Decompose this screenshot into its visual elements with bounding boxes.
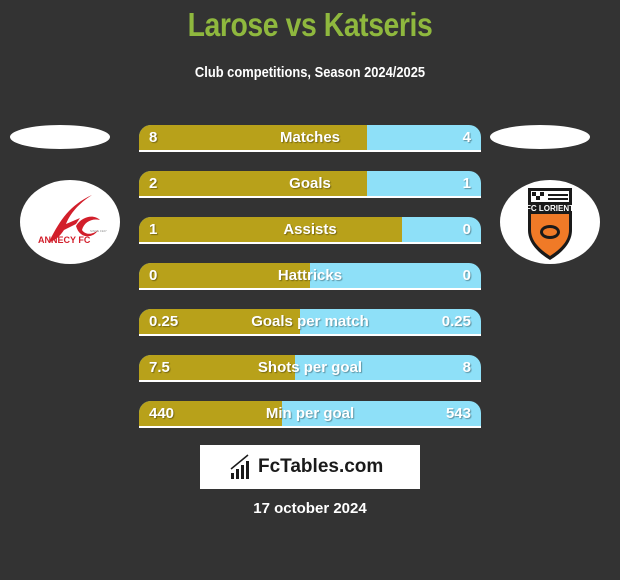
- stat-label: Hattricks: [277, 267, 343, 284]
- right-value: 543: [445, 405, 471, 422]
- stat-label: Matches: [279, 129, 341, 146]
- fctables-brand-banner[interactable]: FcTables.com: [200, 445, 420, 489]
- left-value: 0.25: [149, 313, 179, 330]
- stat-label: Assists: [283, 221, 337, 238]
- right-value: 0: [462, 267, 471, 284]
- stat-label: Min per goal: [265, 405, 355, 422]
- stat-bar-hattricks: Hattricks 0 0: [139, 263, 481, 290]
- fc-lorient-crest-icon: FC LORIENT: [526, 188, 574, 260]
- right-player-oval: [490, 125, 590, 149]
- page-subtitle: Club competitions, Season 2024/2025: [194, 64, 426, 81]
- stat-bar-min-per-goal: Min per goal 440 543: [139, 401, 481, 428]
- right-value: 4: [462, 129, 471, 146]
- left-value: 7.5: [149, 359, 170, 376]
- match-date: 17 october 2024: [253, 500, 367, 517]
- stat-label: Goals: [289, 175, 331, 192]
- left-value: 2: [149, 175, 158, 192]
- brand-text: FcTables.com: [258, 456, 384, 477]
- left-value: 0: [149, 267, 158, 284]
- stat-label: Goals per match: [251, 313, 369, 330]
- left-value: 440: [149, 405, 175, 422]
- annecy-fc-crest-icon: SINCE 1927 ANNECY FC: [38, 195, 107, 245]
- right-value: 0: [462, 221, 471, 238]
- stat-bar-shots-per-goal: Shots per goal 7.5 8: [139, 355, 481, 382]
- stat-bar-goals: Goals 2 1: [139, 171, 481, 198]
- right-team-logo[interactable]: FC LORIENT: [500, 180, 600, 264]
- stat-bar-goals-per-match: Goals per match 0.25 0.25: [139, 309, 481, 336]
- stat-bar-assists: Assists 1 0: [139, 217, 481, 244]
- logo-small-text: SINCE 1927: [90, 229, 107, 233]
- left-team-logo[interactable]: SINCE 1927 ANNECY FC: [20, 180, 120, 264]
- right-value: 0.25: [441, 313, 471, 330]
- left-value: 1: [149, 221, 158, 238]
- stat-label: Shots per goal: [257, 359, 363, 376]
- logo-text: FC LORIENT: [526, 204, 574, 213]
- right-value: 8: [462, 359, 471, 376]
- logo-text: ANNECY FC: [38, 235, 91, 245]
- page-title: Larose vs Katseris: [187, 6, 433, 43]
- left-player-oval: [10, 125, 110, 149]
- stat-bar-matches: Matches 8 4: [139, 125, 481, 152]
- right-value: 1: [462, 175, 471, 192]
- left-value: 8: [149, 129, 158, 146]
- bar-chart-icon: [230, 454, 249, 479]
